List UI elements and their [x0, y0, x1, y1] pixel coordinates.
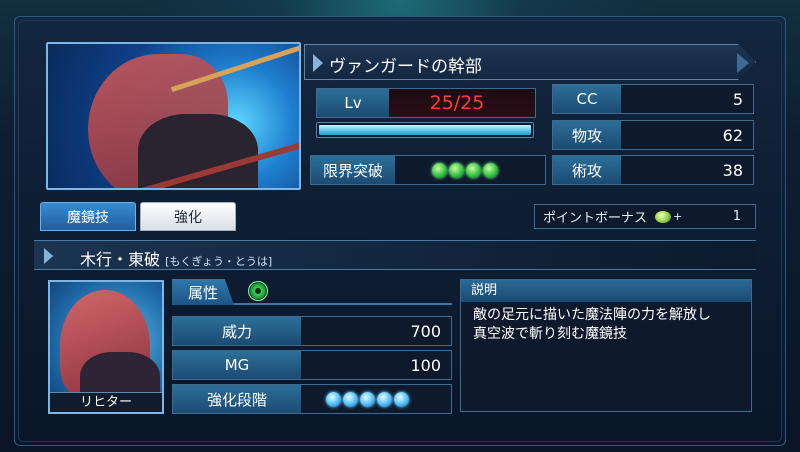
- limit-break-gem-icon: [483, 162, 498, 178]
- point-bonus-value: 1: [732, 209, 741, 224]
- description-panel: 説明 敵の足元に描いた魔法陣の力を解放し 真空波で斬り刻む魔鏡技: [460, 279, 752, 412]
- skill-name: 木行・東破: [80, 250, 161, 269]
- mg-label: MG: [173, 351, 301, 379]
- enhance-orb-icon: [326, 391, 341, 407]
- description-line: 真空波で斬り刻む魔鏡技: [473, 326, 627, 342]
- stat-arte-attack: 術攻 38: [552, 155, 754, 185]
- skill-name-wrap: 木行・東破 [もくぎょう・とうは]: [80, 246, 272, 270]
- description-line: 敵の足元に描いた魔法陣の力を解放し: [473, 307, 711, 323]
- character-name: ヴァンガードの幹部: [329, 57, 482, 77]
- enhance-orb-icon: [360, 391, 375, 407]
- character-portrait: [46, 42, 301, 190]
- point-bonus-label: ポイントボーナス: [543, 211, 648, 226]
- wood-element-icon: [248, 281, 268, 301]
- power-value: 700: [410, 321, 441, 341]
- stat-cc-label: CC: [553, 85, 621, 113]
- level-value: 25/25: [389, 89, 535, 117]
- stat-arte-attack-label: 術攻: [553, 156, 621, 184]
- enhance-stage-stat: 強化段階: [172, 384, 452, 414]
- mg-stat: MG 100: [172, 350, 452, 380]
- skill-character-name: リヒター: [50, 392, 162, 412]
- attribute-label: 属性: [172, 279, 234, 305]
- limit-break-gem-icon: [449, 162, 464, 178]
- stat-physical-attack: 物攻 62: [552, 120, 754, 150]
- skill-reading: [もくぎょう・とうは]: [165, 255, 273, 268]
- stat-physical-attack-label: 物攻: [553, 121, 621, 149]
- stat-cc: CC 5: [552, 84, 754, 114]
- power-stat: 威力 700: [172, 316, 452, 346]
- stat-physical-attack-value: 62: [722, 125, 743, 145]
- description-label: 説明: [461, 280, 751, 302]
- limit-break-label: 限界突破: [311, 156, 395, 184]
- arrow-icon: [44, 248, 53, 264]
- mg-value: 100: [410, 355, 441, 375]
- gald-icon: [655, 210, 672, 223]
- exp-bar-fill: [319, 125, 531, 135]
- skill-title-bar: 木行・東破 [もくぎょう・とうは]: [34, 240, 756, 270]
- enhance-orb-icon: [377, 391, 392, 407]
- enhance-stage-label: 強化段階: [173, 385, 301, 413]
- description-text: 敵の足元に描いた魔法陣の力を解放し 真空波で斬り刻む魔鏡技: [461, 302, 751, 348]
- skill-character-portrait: リヒター: [48, 280, 164, 414]
- point-bonus-plus: +: [673, 210, 683, 223]
- character-name-bar: ヴァンガードの幹部: [304, 44, 756, 80]
- enhance-orb-icon: [343, 391, 358, 407]
- enhance-stage-orbs: [301, 385, 451, 413]
- stat-arte-attack-value: 38: [722, 160, 743, 180]
- exp-bar: [316, 122, 534, 138]
- tab-mirrage-arte[interactable]: 魔鏡技: [40, 202, 136, 231]
- attribute-row: 属性: [172, 279, 452, 305]
- limit-break-gem-icon: [466, 162, 481, 178]
- level-label: Lv: [317, 89, 389, 117]
- enhance-orb-icon: [394, 391, 409, 407]
- tab-enhance[interactable]: 強化: [140, 202, 236, 231]
- level-stat: Lv 25/25: [316, 88, 536, 118]
- arrow-icon: [313, 54, 323, 72]
- stat-cc-value: 5: [732, 89, 743, 109]
- limit-break-gems: [395, 156, 545, 184]
- limit-break-stat: 限界突破: [310, 155, 546, 185]
- point-bonus: ポイントボーナス + 1: [534, 204, 756, 229]
- limit-break-gem-icon: [432, 162, 447, 178]
- arrow-right-icon: [737, 53, 749, 73]
- power-label: 威力: [173, 317, 301, 345]
